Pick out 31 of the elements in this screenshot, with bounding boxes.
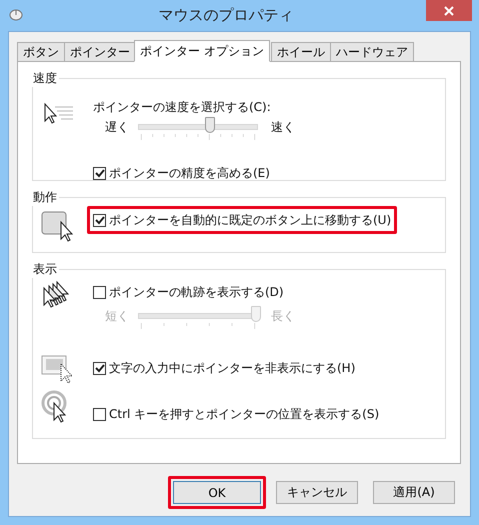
check-icon	[94, 216, 104, 224]
checkbox[interactable]: ポインターを自動的に既定のボタン上に移動する(U)	[87, 206, 398, 234]
field-label: ポインターの速度を選択する(C):	[93, 99, 272, 116]
slider-label: 遅く	[105, 119, 130, 135]
slider-label: 短く	[105, 308, 130, 324]
slider-label: 長く	[271, 308, 296, 324]
slider-label: 速く	[271, 119, 296, 135]
check-icon	[94, 168, 104, 178]
close-icon	[444, 6, 454, 16]
tab[interactable]: ハードウェア	[330, 42, 414, 61]
tab[interactable]: ポインター	[64, 42, 136, 61]
tab[interactable]: ホイール	[270, 42, 331, 61]
dialog-button[interactable]: キャンセル	[276, 481, 358, 504]
tab[interactable]: ボタン	[17, 42, 65, 61]
dialog-button[interactable]: OK	[173, 481, 261, 504]
checkbox[interactable]: ポインターの軌跡を表示する(D)	[87, 278, 290, 306]
group-title: 動作	[32, 189, 58, 206]
checkbox[interactable]: 文字の入力中にポインターを非表示にする(H)	[87, 354, 362, 382]
checkbox[interactable]: ポインターの精度を高める(E)	[87, 159, 276, 187]
slider-thumb[interactable]	[204, 117, 215, 133]
slider-track[interactable]	[135, 306, 261, 330]
tab[interactable]: ポインター オプション	[134, 40, 270, 62]
close-button[interactable]	[426, 0, 472, 21]
group-title: 表示	[32, 261, 58, 278]
slider-track[interactable]	[135, 117, 261, 141]
checkbox[interactable]: Ctrl キーを押すとポインターの位置を表示する(S)	[87, 400, 386, 428]
group-title: 速度	[32, 70, 58, 87]
window-title: マウスのプロパティ	[158, 6, 294, 25]
hidden-pointer-icon	[41, 354, 75, 384]
dialog-button[interactable]: 適用(A)	[373, 481, 455, 504]
check-icon	[94, 364, 104, 372]
